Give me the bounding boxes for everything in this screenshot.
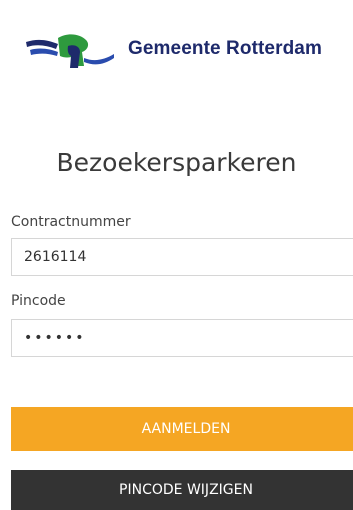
contract-number-input[interactable] — [11, 238, 353, 276]
rotterdam-logo-icon — [26, 34, 114, 68]
brand-name: Gemeente Rotterdam — [128, 38, 322, 59]
change-pincode-button[interactable]: PINCODE WIJZIGEN — [11, 470, 353, 510]
page-title: Bezoekersparkeren — [56, 148, 297, 177]
header: Gemeente Rotterdam — [0, 0, 353, 100]
pincode-input[interactable] — [11, 319, 353, 357]
pincode-label: Pincode — [11, 293, 66, 309]
contract-number-label: Contractnummer — [11, 214, 131, 230]
login-button[interactable]: AANMELDEN — [11, 407, 353, 451]
